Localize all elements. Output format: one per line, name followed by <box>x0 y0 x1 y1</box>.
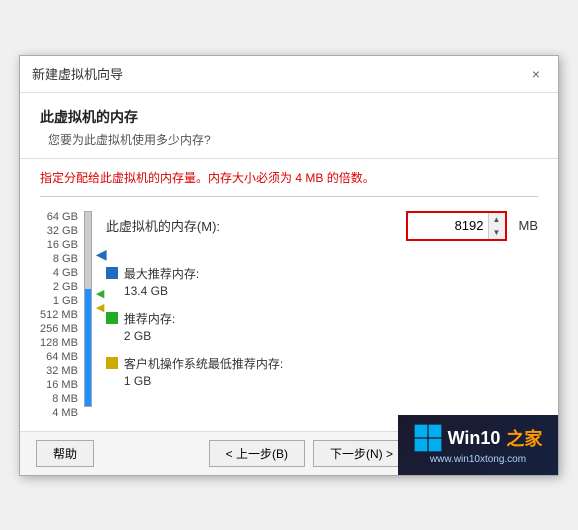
legend-title-row: 最大推荐内存: <box>106 265 538 282</box>
slider-labels: 64 GB32 GB16 GB8 GB4 GB2 GB1 GB512 MB256… <box>40 211 78 421</box>
legend-item: 推荐内存: 2 GB <box>106 310 538 343</box>
spin-up-button[interactable]: ▲ <box>489 213 505 226</box>
slider-label-row: 16 MB <box>46 379 78 393</box>
windows-logo-icon <box>414 424 442 452</box>
slider-label-row: 1 GB <box>53 295 78 309</box>
win10-logo-row: Win10 之家 <box>414 424 543 452</box>
slider-label-row: 32 MB <box>46 365 78 379</box>
slider-label-row: 32 GB <box>47 225 78 239</box>
yellow-arrow-icon: ◀ <box>96 303 104 314</box>
spin-down-button[interactable]: ▼ <box>489 226 505 239</box>
spinner-buttons: ▲ ▼ <box>488 213 505 239</box>
close-button[interactable]: × <box>526 64 546 84</box>
title-bar: 新建虚拟机向导 × <box>20 56 558 93</box>
legend-title-text: 最大推荐内存: <box>124 265 199 282</box>
blue-arrow-icon: ◀ <box>96 247 107 261</box>
next-button[interactable]: 下一步(N) > <box>313 440 410 467</box>
memory-input-row: 此虚拟机的内存(M): ▲ ▼ MB <box>106 211 538 241</box>
help-button[interactable]: 帮助 <box>36 440 94 467</box>
content-area: 指定分配给此虚拟机的内存量。内存大小必须为 4 MB 的倍数。 64 GB32 … <box>20 159 558 431</box>
slider-label-row: 4 MB <box>52 407 78 421</box>
bar-fill-max <box>85 289 91 405</box>
desc-text1: 指定分配给此虚拟机的内存量。内存大小必须为 <box>40 171 295 185</box>
dialog-title: 新建虚拟机向导 <box>32 64 123 83</box>
legend-value-text: 2 GB <box>124 329 538 343</box>
footer: 帮助 < 上一步(B) 下一步(N) > 完成 取消 Win10 之家 www.… <box>20 431 558 475</box>
slider-label-row: 16 GB <box>47 239 78 253</box>
legend-item: 客户机操作系统最低推荐内存: 1 GB <box>106 355 538 388</box>
legend-dot-yellow <box>106 357 118 369</box>
bar-track[interactable] <box>84 211 92 407</box>
page-subtitle: 您要为此虚拟机使用多少内存? <box>48 131 538 148</box>
memory-input[interactable] <box>408 213 488 239</box>
slider-label-row: 4 GB <box>53 267 78 281</box>
win10-url: www.win10xtong.com <box>430 454 526 465</box>
memory-section: 64 GB32 GB16 GB8 GB4 GB2 GB1 GB512 MB256… <box>40 211 538 421</box>
slider-label-row: 8 GB <box>53 253 78 267</box>
mb-unit-label: MB <box>519 218 539 233</box>
win10-text: Win10 <box>448 428 501 449</box>
legend-title-row: 推荐内存: <box>106 310 538 327</box>
legend-item: 最大推荐内存: 13.4 GB <box>106 265 538 298</box>
slider-label-row: 128 MB <box>40 337 78 351</box>
bar-column <box>82 211 94 407</box>
slider-label-row: 512 MB <box>40 309 78 323</box>
slider-label-row: 64 MB <box>46 351 78 365</box>
description-text: 指定分配给此虚拟机的内存量。内存大小必须为 4 MB 的倍数。 <box>40 169 538 197</box>
slider-label-row: 2 GB <box>53 281 78 295</box>
legend-dot-green <box>106 312 118 324</box>
footer-left: 帮助 <box>36 440 94 467</box>
dialog-window: 新建虚拟机向导 × 此虚拟机的内存 您要为此虚拟机使用多少内存? 指定分配给此虚… <box>19 55 559 476</box>
legend-title-row: 客户机操作系统最低推荐内存: <box>106 355 538 372</box>
green-arrow-icon: ◀ <box>96 289 104 300</box>
back-button[interactable]: < 上一步(B) <box>209 440 305 467</box>
legend-dot-blue <box>106 267 118 279</box>
slider-label-row: 256 MB <box>40 323 78 337</box>
slider-area: 64 GB32 GB16 GB8 GB4 GB2 GB1 GB512 MB256… <box>40 211 96 421</box>
memory-label: 此虚拟机的内存(M): <box>106 216 220 235</box>
slider-label-row: 8 MB <box>52 393 78 407</box>
legend-section: 最大推荐内存: 13.4 GB 推荐内存: 2 GB 客户机操作系统最低推荐内存: 1 G… <box>106 265 538 388</box>
right-section: 此虚拟机的内存(M): ▲ ▼ MB 最大推荐内存: 13.4 GB 推荐内存: 2 … <box>106 211 538 388</box>
win10-zhi: 之家 <box>506 425 542 451</box>
header-section: 此虚拟机的内存 您要为此虚拟机使用多少内存? <box>20 93 558 159</box>
page-title: 此虚拟机的内存 <box>40 107 538 127</box>
desc-text2: 的倍数。 <box>323 171 374 185</box>
slider-label-row: 64 GB <box>47 211 78 225</box>
memory-input-wrap: ▲ ▼ <box>406 211 507 241</box>
legend-value-text: 1 GB <box>124 374 538 388</box>
legend-title-text: 客户机操作系统最低推荐内存: <box>124 355 283 372</box>
legend-title-text: 推荐内存: <box>124 310 175 327</box>
desc-highlight: 4 MB <box>295 171 323 185</box>
legend-value-text: 13.4 GB <box>124 284 538 298</box>
win10-badge: Win10 之家 www.win10xtong.com <box>398 415 558 475</box>
